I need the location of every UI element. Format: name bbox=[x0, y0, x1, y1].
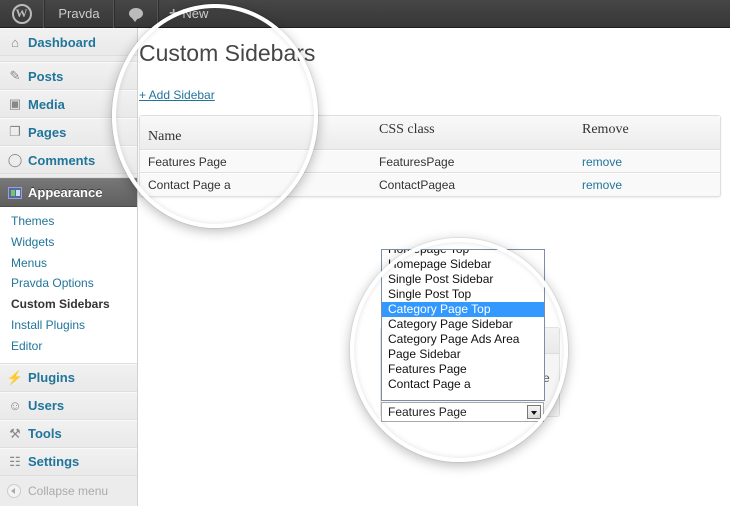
submenu-item-widgets[interactable]: Widgets bbox=[0, 232, 137, 253]
comment-icon: ◯ bbox=[7, 152, 23, 167]
new-content-menu[interactable]: + New bbox=[158, 0, 218, 28]
collapse-arrow-icon bbox=[7, 483, 21, 498]
select-option[interactable]: Features Page bbox=[382, 362, 544, 377]
admin-sidebar: ⌂ Dashboard ✎ Posts ▣ Media ❐ Pages ◯ Co… bbox=[0, 28, 138, 506]
new-label: New bbox=[182, 6, 209, 21]
page-title: Custom Sidebars bbox=[139, 40, 316, 66]
select-option[interactable]: Single Post Sidebar bbox=[382, 272, 544, 287]
sidebar-item-label: Settings bbox=[28, 454, 80, 470]
select-option[interactable]: Homepage Top bbox=[382, 250, 544, 257]
appearance-icon bbox=[7, 185, 23, 201]
pages-icon: ❐ bbox=[9, 124, 21, 139]
comments-link[interactable] bbox=[114, 0, 158, 28]
sidebar-item-settings[interactable]: ☷ Settings bbox=[0, 447, 137, 476]
sidebar-name: Features Page bbox=[148, 154, 227, 169]
sidebar-item-dashboard[interactable]: ⌂ Dashboard bbox=[0, 28, 137, 56]
sidebar-item-label: Plugins bbox=[28, 370, 75, 386]
sidebar-item-label: Dashboard bbox=[28, 34, 96, 50]
remove-link[interactable]: remove bbox=[582, 155, 622, 169]
sidebars-table: Name CSS class Remove Features Page Feat… bbox=[139, 115, 721, 197]
sidebar-item-label: Posts bbox=[28, 68, 64, 84]
sidebar-item-comments[interactable]: ◯ Comments bbox=[0, 146, 137, 174]
collapse-label: Collapse menu bbox=[28, 483, 109, 498]
table-row: Contact Page a ContactPagea remove bbox=[140, 173, 720, 196]
submenu-item-themes[interactable]: Themes bbox=[0, 211, 137, 232]
sidebar-item-posts[interactable]: ✎ Posts bbox=[0, 62, 137, 90]
sidebar-item-label: Pages bbox=[28, 124, 67, 140]
sidebar-item-users[interactable]: ☺ Users bbox=[0, 391, 137, 420]
submenu-item-menus[interactable]: Menus bbox=[0, 253, 137, 274]
sidebar-item-tools[interactable]: ⚒ Tools bbox=[0, 419, 137, 448]
select-option[interactable]: Single Post Top bbox=[382, 287, 544, 302]
sidebar-css-class: ContactPagea bbox=[379, 178, 456, 192]
chevron-down-icon[interactable] bbox=[527, 405, 541, 419]
appearance-submenu: Themes Widgets Menus Pravda Options Cust… bbox=[0, 207, 137, 364]
site-name: Pravda bbox=[58, 6, 100, 21]
sidebar-item-plugins[interactable]: ⚡ Plugins bbox=[0, 363, 137, 392]
plug-icon: ⚡ bbox=[6, 369, 24, 385]
wordpress-menu[interactable]: W bbox=[0, 0, 44, 28]
pushpin-icon: ✎ bbox=[9, 68, 21, 83]
sidebar-item-label: Comments bbox=[28, 152, 96, 168]
select-option-highlighted[interactable]: Category Page Top bbox=[382, 302, 544, 317]
submenu-item-pravda-options[interactable]: Pravda Options bbox=[0, 273, 137, 294]
sidebar-item-label: Appearance bbox=[28, 185, 103, 200]
sidebar-css-class: FeaturesPage bbox=[379, 154, 455, 169]
column-header-css-class: CSS class bbox=[379, 121, 435, 137]
select-option[interactable]: Page Sidebar bbox=[382, 347, 544, 362]
sidebar-item-media[interactable]: ▣ Media bbox=[0, 90, 137, 118]
collapse-menu-button[interactable]: Collapse menu bbox=[0, 476, 137, 506]
sidebar-item-label: Media bbox=[28, 96, 65, 112]
wordpress-logo-icon: W bbox=[11, 3, 32, 24]
table-header: Name CSS class Remove bbox=[140, 116, 720, 150]
tools-icon: ⚒ bbox=[9, 425, 21, 441]
select-option[interactable]: Category Page Sidebar bbox=[382, 317, 544, 332]
select-value: Features Page bbox=[388, 405, 467, 419]
plus-icon: + bbox=[169, 4, 179, 22]
submenu-item-editor[interactable]: Editor bbox=[0, 336, 137, 357]
sidebar-item-pages[interactable]: ❐ Pages bbox=[0, 118, 137, 146]
comment-bubble-icon bbox=[129, 8, 143, 22]
table-row: Features Page FeaturesPage remove bbox=[140, 150, 720, 173]
select-option[interactable]: Contact Page a bbox=[382, 377, 544, 392]
sidebar-select-dropdown[interactable]: Homepage Top Homepage Sidebar Single Pos… bbox=[381, 249, 545, 401]
media-icon: ▣ bbox=[8, 96, 22, 111]
settings-icon: ☷ bbox=[9, 453, 21, 469]
users-icon: ☺ bbox=[8, 398, 22, 414]
submenu-item-custom-sidebars[interactable]: Custom Sidebars bbox=[0, 294, 137, 315]
sidebar-item-appearance[interactable]: Appearance bbox=[0, 178, 137, 207]
sidebar-name: Contact Page a bbox=[148, 178, 231, 192]
select-option[interactable]: Homepage Sidebar bbox=[382, 257, 544, 272]
site-name-link[interactable]: Pravda bbox=[44, 0, 114, 28]
select-option[interactable]: Category Page Ads Area bbox=[382, 332, 544, 347]
home-icon: ⌂ bbox=[11, 34, 19, 50]
remove-link[interactable]: remove bbox=[582, 178, 622, 192]
sidebar-item-label: Users bbox=[28, 398, 65, 414]
submenu-item-install-plugins[interactable]: Install Plugins bbox=[0, 315, 137, 336]
column-header-remove: Remove bbox=[582, 121, 629, 137]
column-header-name: Name bbox=[148, 129, 182, 144]
admin-bar: W Pravda + New bbox=[0, 0, 730, 28]
add-sidebar-link[interactable]: + Add Sidebar bbox=[139, 88, 215, 102]
sidebar-select[interactable]: Features Page bbox=[381, 402, 544, 422]
sidebar-item-label: Tools bbox=[28, 426, 62, 442]
